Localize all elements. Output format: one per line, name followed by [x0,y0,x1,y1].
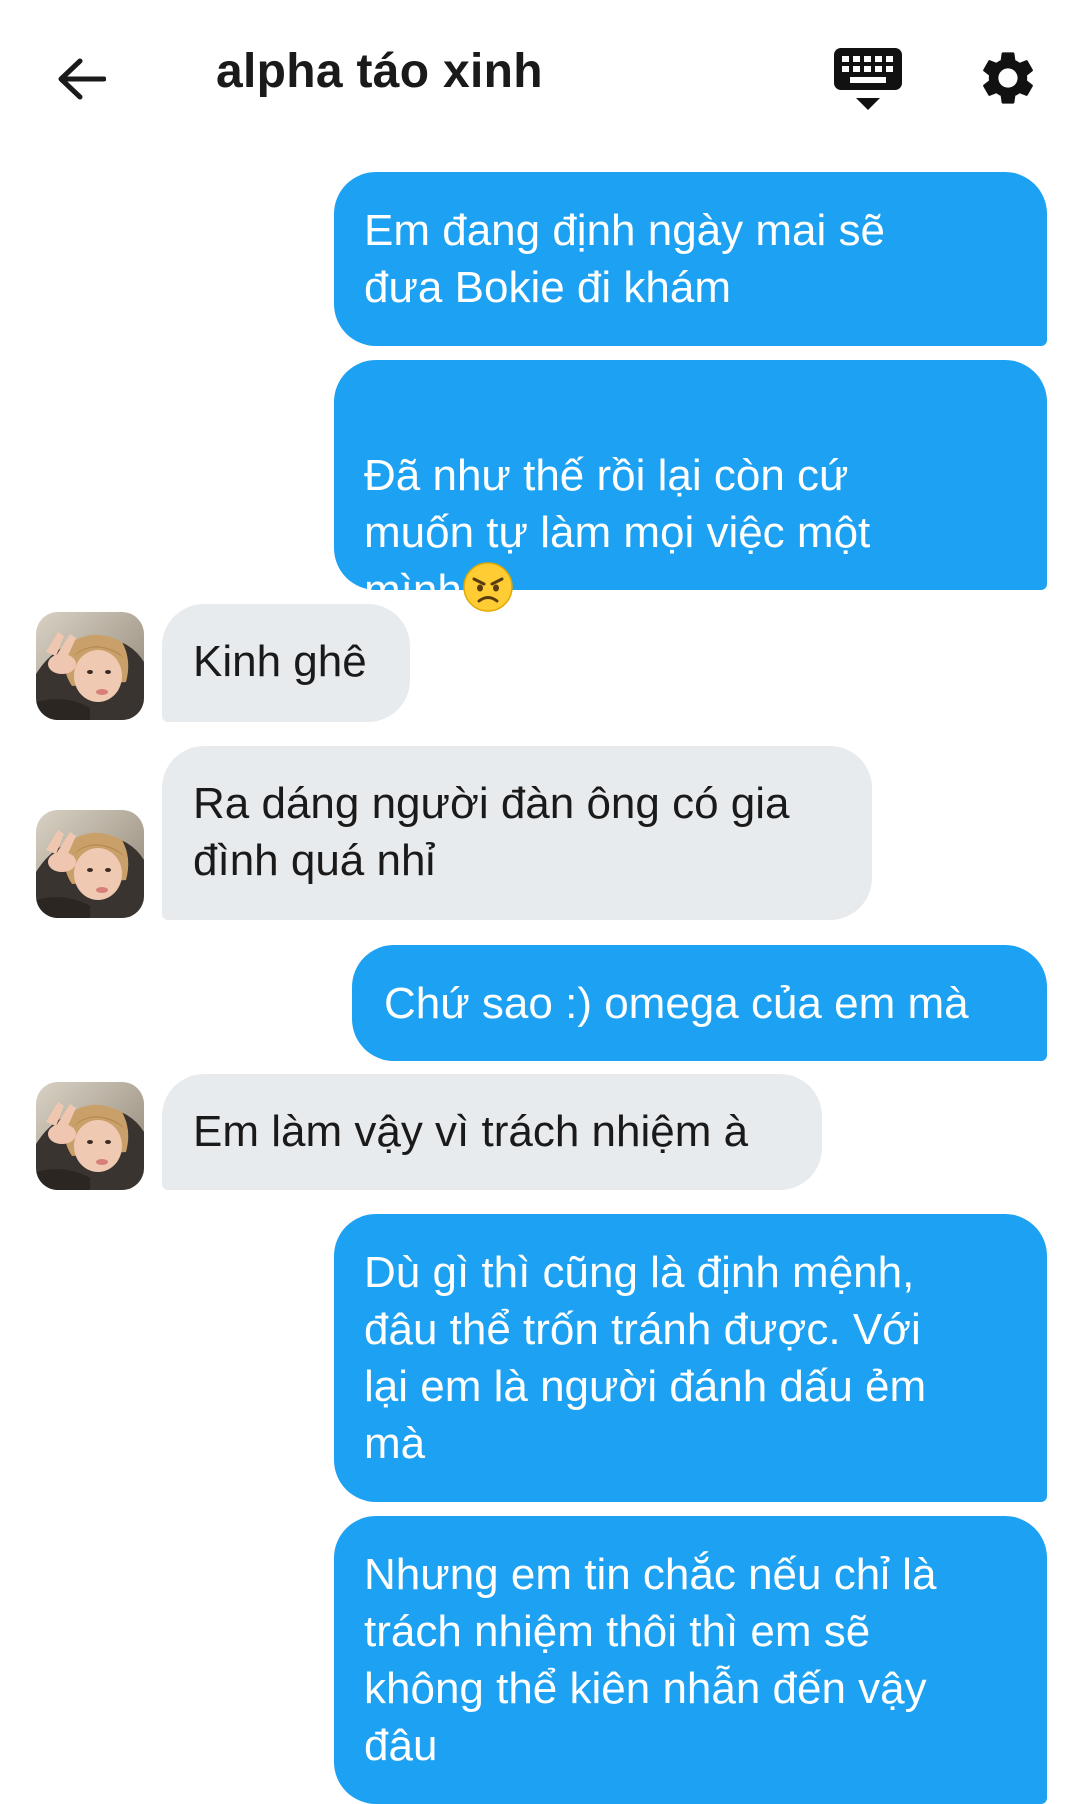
message-bubble-outgoing[interactable]: Đã như thế rồi lại còn cứ muốn tự làm mọ… [334,360,1047,615]
message-bubble-outgoing[interactable]: Chứ sao :) omega của em mà [352,945,1047,1061]
keyboard-icon [834,48,902,110]
conversation-title: alpha táo xinh [216,45,543,98]
avatar[interactable] [36,810,144,918]
keyboard-button[interactable] [832,46,904,116]
gear-icon [983,52,1033,104]
back-button[interactable] [50,48,112,110]
chat-header: alpha táo xinh [0,0,1079,150]
message-bubble-outgoing[interactable]: Em đang định ngày mai sẽ đưa Bokie đi kh… [334,172,1047,346]
avatar[interactable] [36,1082,144,1190]
avatar[interactable] [36,612,144,720]
message-bubble-incoming[interactable]: Ra dáng người đàn ông có gia đình quá nh… [162,746,872,920]
message-bubble-incoming[interactable]: Em làm vậy vì trách nhiệm à [162,1074,822,1190]
message-bubble-incoming[interactable]: Kinh ghê [162,604,410,722]
settings-button[interactable] [976,46,1040,110]
angry-face-emoji [463,562,513,612]
message-text: Đã như thế rồi lại còn cứ muốn tự làm mọ… [364,451,871,615]
message-bubble-outgoing[interactable]: Dù gì thì cũng là định mệnh, đâu thể trố… [334,1214,1047,1502]
message-bubble-outgoing[interactable]: Nhưng em tin chắc nếu chỉ là trách nhiệm… [334,1516,1047,1804]
arrow-left-icon [58,58,106,100]
